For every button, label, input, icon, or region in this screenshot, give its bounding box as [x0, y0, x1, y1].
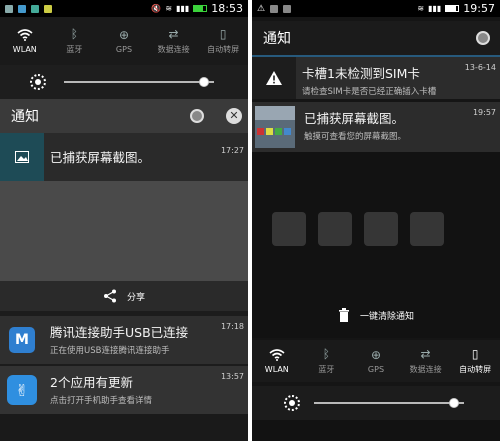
notification-usb[interactable]: M 腾讯连接助手USB已连接 正在使用USB连接腾讯连接助手 17:18 [0, 316, 248, 364]
quick-setting-label: GPS [115, 45, 133, 54]
app-assistant-icon: ✌ [0, 366, 44, 414]
notification-app-update[interactable]: ✌ 2个应用有更新 点击打开手机助手查看详情 13:57 [0, 366, 248, 414]
brightness-row [252, 386, 500, 420]
notification-time: 13:57 [220, 372, 244, 381]
wifi-icon: ≋ [165, 4, 173, 13]
quick-setting-label: WLAN [264, 365, 289, 374]
wifi-icon: ≋ [417, 4, 425, 13]
battery-icon [193, 5, 208, 12]
quick-setting-gps[interactable]: ⊕ GPS [351, 340, 401, 382]
bluetooth-icon: ᛒ [322, 346, 330, 361]
notification-time: 19:57 [472, 108, 496, 117]
clock: 18:53 [211, 2, 243, 15]
quick-setting-label: 数据连接 [409, 365, 442, 374]
rotate-icon: ▯ [471, 346, 479, 361]
quick-settings: WLAN ᛒ 蓝牙 ⊕ GPS ⇄ 数据连接 ▯ 自动转屏 [252, 340, 500, 382]
bottom-area [252, 420, 500, 441]
share-label: 分享 [126, 292, 145, 303]
app-icon [283, 4, 292, 13]
warning-icon [252, 57, 296, 99]
settings-icon[interactable] [476, 31, 490, 45]
notification-title: 腾讯连接助手USB已连接 [50, 325, 189, 340]
notification-time: 17:27 [220, 146, 244, 155]
left-panel: 🔇 ≋ ▮▮▮ 18:53 WLAN ᛒ 蓝牙 ⊕ GPS ⇄ 数据连接 ▯ 自 [0, 0, 248, 441]
quick-setting-label: 蓝牙 [66, 45, 83, 54]
data-sync-icon: ⇄ [168, 26, 179, 41]
brightness-slider[interactable] [314, 402, 464, 404]
quick-setting-rotate[interactable]: ▯ 自动转屏 [450, 340, 500, 382]
brightness-row [0, 65, 248, 99]
wifi-icon [269, 348, 285, 361]
notification-sim[interactable]: 卡槽1未检测到SIM卡 请检查SIM卡是否已经正确插入卡槽 13-6-14 [252, 57, 500, 99]
warning-icon: ⚠ [257, 3, 266, 14]
clock: 19:57 [463, 2, 495, 15]
quick-settings: WLAN ᛒ 蓝牙 ⊕ GPS ⇄ 数据连接 ▯ 自动转屏 [0, 17, 248, 65]
bottom-area [0, 414, 248, 441]
share-action[interactable]: 分享 [0, 281, 248, 311]
app-icon [5, 4, 13, 13]
trash-icon [338, 308, 349, 322]
app-icon [44, 4, 52, 13]
notification-subtitle: 触摸可查看您的屏幕截图。 [304, 132, 407, 142]
notification-time: 17:18 [220, 322, 244, 331]
quick-setting-bluetooth[interactable]: ᛒ 蓝牙 [302, 340, 352, 382]
clear-label: 一键清除通知 [359, 311, 414, 322]
quick-setting-label: 蓝牙 [318, 365, 335, 374]
notification-time: 13-6-14 [464, 63, 496, 72]
right-panel: ⚠ ≋ ▮▮▮ 19:57 通知 卡槽1未检测到SIM卡 请检查SIM卡是否已经… [252, 0, 500, 441]
signal-icon: ▮▮▮ [176, 4, 190, 13]
app-icon [270, 4, 279, 13]
close-icon[interactable]: ✕ [226, 108, 242, 124]
notification-header: 通知 [252, 21, 500, 55]
brightness-icon [30, 74, 46, 90]
quick-setting-bluetooth[interactable]: ᛒ 蓝牙 [50, 17, 100, 65]
tencent-connect-icon: M [0, 316, 44, 364]
brightness-icon [284, 395, 300, 411]
header-title: 通知 [11, 109, 39, 125]
quick-setting-wlan[interactable]: WLAN [0, 17, 50, 65]
data-sync-icon: ⇄ [420, 346, 431, 361]
rotate-icon: ▯ [219, 26, 227, 41]
quick-setting-gps[interactable]: ⊕ GPS [99, 17, 149, 65]
notification-subtitle: 请检查SIM卡是否已经正确插入卡槽 [302, 87, 437, 97]
quick-setting-label: WLAN [12, 45, 37, 54]
screenshot-thumbnail [252, 102, 298, 152]
header-title: 通知 [263, 31, 291, 47]
app-icon [31, 4, 39, 13]
share-icon [103, 289, 116, 303]
notification-title: 2个应用有更新 [50, 375, 133, 390]
notification-title: 已捕获屏幕截图。 [50, 150, 151, 165]
wifi-icon [17, 28, 33, 41]
bluetooth-icon: ᛒ [70, 26, 78, 41]
status-bar: 🔇 ≋ ▮▮▮ 18:53 [0, 0, 248, 17]
notification-subtitle: 点击打开手机助手查看详情 [50, 396, 153, 406]
gps-icon: ⊕ [370, 347, 382, 362]
brightness-thumb[interactable] [198, 77, 209, 87]
quick-setting-label: 自动转屏 [459, 365, 492, 374]
notification-screenshot[interactable]: 已捕获屏幕截图。 17:27 [0, 133, 248, 181]
notification-title: 已捕获屏幕截图。 [304, 111, 405, 126]
status-bar: ⚠ ≋ ▮▮▮ 19:57 [252, 0, 500, 17]
screenshot-preview[interactable] [0, 181, 248, 281]
clear-all-button[interactable]: 一键清除通知 [252, 300, 500, 330]
quick-setting-label: 自动转屏 [207, 45, 240, 54]
gps-icon: ⊕ [118, 27, 130, 42]
notification-screenshot[interactable]: 已捕获屏幕截图。 触摸可查看您的屏幕截图。 19:57 [252, 102, 500, 152]
settings-icon[interactable] [190, 109, 204, 123]
mute-icon: 🔇 [151, 4, 162, 13]
brightness-slider[interactable] [64, 81, 214, 83]
quick-setting-data[interactable]: ⇄ 数据连接 [401, 340, 451, 382]
brightness-thumb[interactable] [448, 398, 459, 408]
quick-setting-label: GPS [367, 365, 385, 374]
notification-subtitle: 正在使用USB连接腾讯连接助手 [50, 346, 170, 356]
quick-setting-rotate[interactable]: ▯ 自动转屏 [198, 17, 248, 65]
quick-setting-wlan[interactable]: WLAN [252, 340, 302, 382]
quick-setting-label: 数据连接 [157, 45, 190, 54]
app-icon [18, 4, 26, 13]
signal-icon: ▮▮▮ [428, 4, 442, 13]
battery-icon [445, 5, 460, 12]
image-icon [0, 133, 44, 181]
notification-header: 通知 ✕ [0, 99, 248, 133]
quick-setting-data[interactable]: ⇄ 数据连接 [149, 17, 199, 65]
